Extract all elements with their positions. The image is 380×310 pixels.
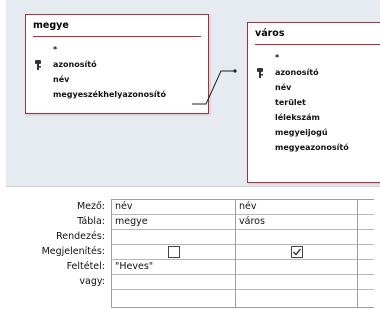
grid-cell-sort[interactable] (112, 230, 235, 245)
grid-cell-criteria[interactable] (236, 260, 357, 275)
table-box-megye[interactable]: megye * azonosító név megyeszékhelyazono… (25, 14, 209, 114)
field-label: terület (275, 98, 306, 107)
checkmark-icon (292, 248, 301, 256)
field-label: megyeszékhelyazonosító (53, 90, 166, 99)
grid-cell-criteria[interactable] (358, 260, 374, 275)
field-label: azonosító (275, 68, 319, 77)
field-label: azonosító (53, 60, 97, 69)
grid-column-3[interactable] (358, 200, 374, 307)
grid-cell-table[interactable]: város (236, 215, 357, 230)
grid-cell-table[interactable] (358, 215, 374, 230)
field-megye-all[interactable]: * (26, 42, 208, 57)
field-varos-terulet[interactable]: terület (248, 95, 380, 110)
grid-cell-field[interactable] (358, 200, 374, 215)
field-label: név (275, 83, 292, 92)
grid-row-labels: Mező: Tábla: Rendezés: Megjelenítés: Fel… (0, 199, 109, 289)
grid-cell-or[interactable] (358, 275, 374, 290)
row-label-or: vagy: (79, 276, 105, 287)
table-title-megye[interactable]: megye (26, 15, 208, 34)
field-varos-megyeazonosito[interactable]: megyeazonosító (248, 140, 380, 155)
row-label-sort: Rendezés: (56, 231, 105, 242)
field-label: név (53, 75, 70, 84)
show-checkbox-unchecked[interactable] (167, 246, 180, 258)
row-label-field: Mező: (76, 201, 105, 212)
field-label: * (275, 53, 280, 62)
primary-key-icon (35, 60, 41, 70)
field-megye-megyeszekhelyazonosito[interactable]: megyeszékhelyazonosító (26, 87, 208, 102)
grid-cell-show (236, 245, 357, 260)
grid-cell-field[interactable]: név (236, 200, 357, 215)
grid-cell-criteria[interactable]: "Heves" (112, 260, 235, 275)
primary-key-icon (257, 68, 263, 78)
grid-columns-area: név megye "Heves" név város (111, 199, 374, 308)
table-title-varos[interactable]: város (248, 23, 380, 42)
table-box-varos[interactable]: város * azonosító név terület lélekszám … (247, 22, 380, 183)
row-label-criteria: Feltétel: (66, 261, 105, 272)
row-label-show: Megjelenítés: (41, 246, 105, 257)
field-megye-nev[interactable]: név (26, 72, 208, 87)
field-varos-lelekszam[interactable]: lélekszám (248, 110, 380, 125)
field-varos-megyeijogu[interactable]: megyeijogú (248, 125, 380, 140)
grid-cell-field[interactable]: név (112, 200, 235, 215)
field-label: * (53, 45, 58, 54)
grid-cell-sort[interactable] (358, 230, 374, 245)
field-megye-azonosito[interactable]: azonosító (26, 57, 208, 72)
query-design-diagram-pane[interactable]: megye * azonosító név megyeszékhelyazono… (6, 0, 380, 187)
grid-column-1[interactable]: név megye "Heves" (112, 200, 236, 307)
query-design-grid: Mező: Tábla: Rendezés: Megjelenítés: Fel… (0, 199, 380, 309)
field-varos-azonosito[interactable]: azonosító (248, 65, 380, 80)
field-varos-nev[interactable]: név (248, 80, 380, 95)
grid-cell-or[interactable] (112, 275, 235, 290)
grid-cell-sort[interactable] (236, 230, 357, 245)
grid-cell-or[interactable] (236, 275, 357, 290)
grid-cell-show[interactable] (358, 245, 374, 260)
field-varos-all[interactable]: * (248, 50, 380, 65)
field-label: lélekszám (275, 113, 320, 122)
row-label-table: Tábla: (77, 216, 105, 227)
grid-cell-show (112, 245, 235, 260)
show-checkbox-checked[interactable] (290, 246, 303, 258)
grid-column-2[interactable]: név város (236, 200, 358, 307)
field-label: megyeazonosító (275, 143, 349, 152)
grid-cell-table[interactable]: megye (112, 215, 235, 230)
field-label: megyeijogú (275, 128, 328, 137)
